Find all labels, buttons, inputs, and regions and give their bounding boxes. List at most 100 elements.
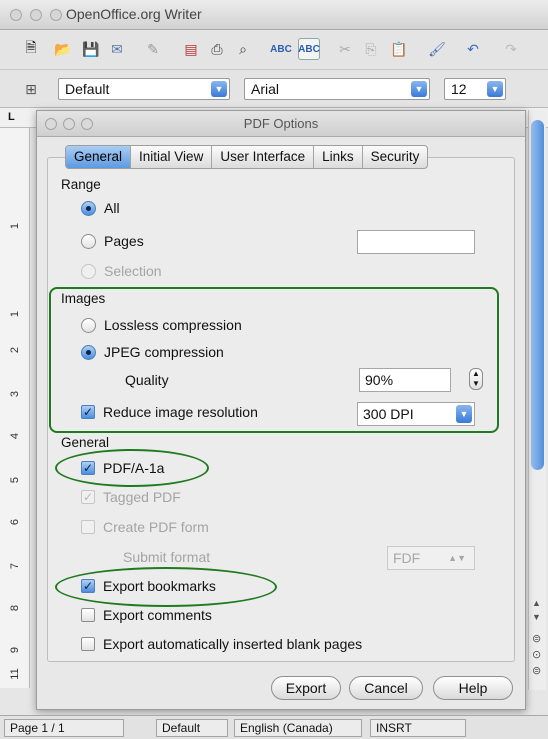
quality-stepper[interactable]: ▲ ▼	[469, 368, 483, 390]
tab-user-interface[interactable]: User Interface	[212, 146, 315, 168]
radio-unselected-icon[interactable]	[81, 233, 96, 249]
paste-icon[interactable]: 📋	[388, 38, 410, 60]
range-pages-label: Pages	[104, 233, 144, 249]
print-icon[interactable]: ⎙	[206, 38, 228, 60]
paragraph-style-combo[interactable]: Default ▼	[58, 78, 230, 100]
status-language[interactable]: English (Canada)	[234, 719, 362, 737]
reduce-resolution-option[interactable]: ✓ Reduce image resolution	[81, 404, 258, 420]
checkbox-checked-icon[interactable]: ✓	[81, 405, 95, 419]
font-name-combo[interactable]: Arial ▼	[244, 78, 430, 100]
chevron-down-icon[interactable]: ▼	[411, 81, 427, 97]
export-pdf-icon[interactable]: ▤	[180, 38, 202, 60]
general-section-label: General	[61, 435, 110, 450]
edit-file-icon[interactable]: ✎	[142, 38, 164, 60]
styles-formatting-icon[interactable]: ⊞	[20, 78, 42, 100]
reduce-resolution-label: Reduce image resolution	[103, 404, 258, 420]
save-icon[interactable]: 💾	[80, 38, 102, 60]
status-insert-mode[interactable]: INSRT	[370, 719, 466, 737]
range-all-label: All	[104, 200, 120, 216]
font-name-value: Arial	[251, 81, 280, 97]
range-all-option[interactable]: All	[81, 200, 120, 216]
ruler-number: 11	[9, 668, 21, 680]
chevron-down-icon[interactable]: ▼	[211, 81, 227, 97]
checkbox-checked-disabled-icon: ✓	[81, 490, 95, 504]
range-selection-option: Selection	[81, 263, 162, 279]
checkbox-unchecked-icon[interactable]	[81, 637, 95, 651]
tagged-pdf-option: ✓ Tagged PDF	[81, 489, 181, 505]
new-document-icon[interactable]: 🗎	[20, 38, 42, 60]
ruler-number: 9	[9, 646, 21, 654]
undo-icon[interactable]: ↶	[462, 38, 484, 60]
range-section-label: Range	[61, 177, 101, 192]
cut-icon[interactable]: ✂	[334, 38, 356, 60]
status-page-style[interactable]: Default	[156, 719, 228, 737]
formatting-toolbar: ⊞ Default ▼ Arial ▼ 12 ▼	[0, 70, 548, 108]
ruler-number: 4	[9, 432, 21, 440]
status-bar: Page 1 / 1 Default English (Canada) INSR…	[0, 715, 548, 739]
export-comments-option[interactable]: Export comments	[81, 607, 212, 623]
resolution-select[interactable]: 300 DPI ▼	[357, 402, 475, 426]
stepper-arrows-icon: ▲▼	[448, 553, 466, 563]
close-window-icon[interactable]	[10, 9, 22, 21]
copy-icon[interactable]: ⎘	[360, 38, 382, 60]
export-bookmarks-option[interactable]: ✓ Export bookmarks	[81, 578, 216, 594]
next-page-icon[interactable]: ⊜	[532, 664, 541, 677]
ruler-number: 2	[9, 346, 21, 354]
pages-input[interactable]	[357, 230, 475, 254]
writer-titlebar: OpenOffice.org Writer	[0, 0, 548, 30]
checkbox-checked-icon[interactable]: ✓	[81, 579, 95, 593]
window-title: OpenOffice.org Writer	[66, 6, 202, 22]
navigation-icon[interactable]: ⊙	[532, 648, 541, 661]
export-button[interactable]: Export	[271, 676, 341, 700]
tab-general[interactable]: General	[66, 146, 132, 168]
images-section-label: Images	[61, 291, 106, 306]
paragraph-style-value: Default	[65, 81, 110, 97]
checkbox-unchecked-icon[interactable]	[81, 608, 95, 622]
chevron-down-icon[interactable]: ▼	[487, 81, 503, 97]
tab-stop-icon[interactable]: L	[8, 111, 15, 123]
tab-initial-view[interactable]: Initial View	[131, 146, 213, 168]
redo-icon[interactable]: ↷	[500, 38, 522, 60]
scrollbar-thumb[interactable]	[531, 120, 544, 470]
font-size-combo[interactable]: 12 ▼	[444, 78, 506, 100]
spellcheck-icon[interactable]: ABC	[270, 38, 292, 60]
export-comments-label: Export comments	[103, 607, 212, 623]
range-pages-option[interactable]: Pages	[81, 233, 144, 249]
create-pdf-form-option: Create PDF form	[81, 519, 209, 535]
submit-format-value: FDF	[393, 550, 421, 566]
tab-security[interactable]: Security	[363, 146, 428, 168]
status-page[interactable]: Page 1 / 1	[4, 719, 124, 737]
tab-links[interactable]: Links	[314, 146, 363, 168]
radio-selected-icon[interactable]	[81, 344, 96, 360]
scroll-down-icon[interactable]: ▼	[532, 612, 541, 622]
cancel-button[interactable]: Cancel	[349, 676, 423, 700]
submit-format-label: Submit format	[123, 549, 211, 565]
radio-unselected-icon[interactable]	[81, 317, 96, 333]
pdfa-option[interactable]: ✓ PDF/A-1a	[81, 460, 164, 476]
previous-page-icon[interactable]: ⊜	[532, 632, 541, 645]
document-scrollbar[interactable]: ▲ ▼ ⊜ ⊙ ⊜	[528, 110, 546, 690]
email-icon[interactable]: ✉	[106, 38, 128, 60]
ruler-number: 5	[9, 476, 21, 484]
clone-formatting-icon[interactable]: 🖌	[426, 38, 448, 60]
tagged-pdf-label: Tagged PDF	[103, 489, 181, 505]
dialog-title: PDF Options	[243, 116, 319, 131]
jpeg-compression-option[interactable]: JPEG compression	[81, 344, 224, 360]
chevron-down-icon[interactable]: ▼	[456, 405, 472, 423]
lossless-compression-label: Lossless compression	[104, 317, 242, 333]
radio-selected-icon[interactable]	[81, 200, 96, 216]
range-selection-label: Selection	[104, 263, 162, 279]
page-preview-icon[interactable]: ⌕	[232, 38, 254, 60]
zoom-window-icon[interactable]	[50, 9, 62, 21]
checkbox-checked-icon[interactable]: ✓	[81, 461, 95, 475]
standard-toolbar: 🗎 📂 💾 ✉ ✎ ▤ ⎙ ⌕ ABC ABC ✂ ⎘ 📋 🖌 ↶ ↷	[0, 30, 548, 70]
autospellcheck-icon[interactable]: ABC	[298, 38, 320, 60]
minimize-window-icon[interactable]	[30, 9, 42, 21]
quality-input[interactable]: 90%	[359, 368, 451, 392]
help-button[interactable]: Help	[433, 676, 513, 700]
lossless-compression-option[interactable]: Lossless compression	[81, 317, 242, 333]
scroll-up-icon[interactable]: ▲	[532, 598, 541, 608]
export-blank-pages-option[interactable]: Export automatically inserted blank page…	[81, 636, 362, 652]
ruler-number: 1	[9, 222, 21, 230]
open-folder-icon[interactable]: 📂	[52, 38, 74, 60]
